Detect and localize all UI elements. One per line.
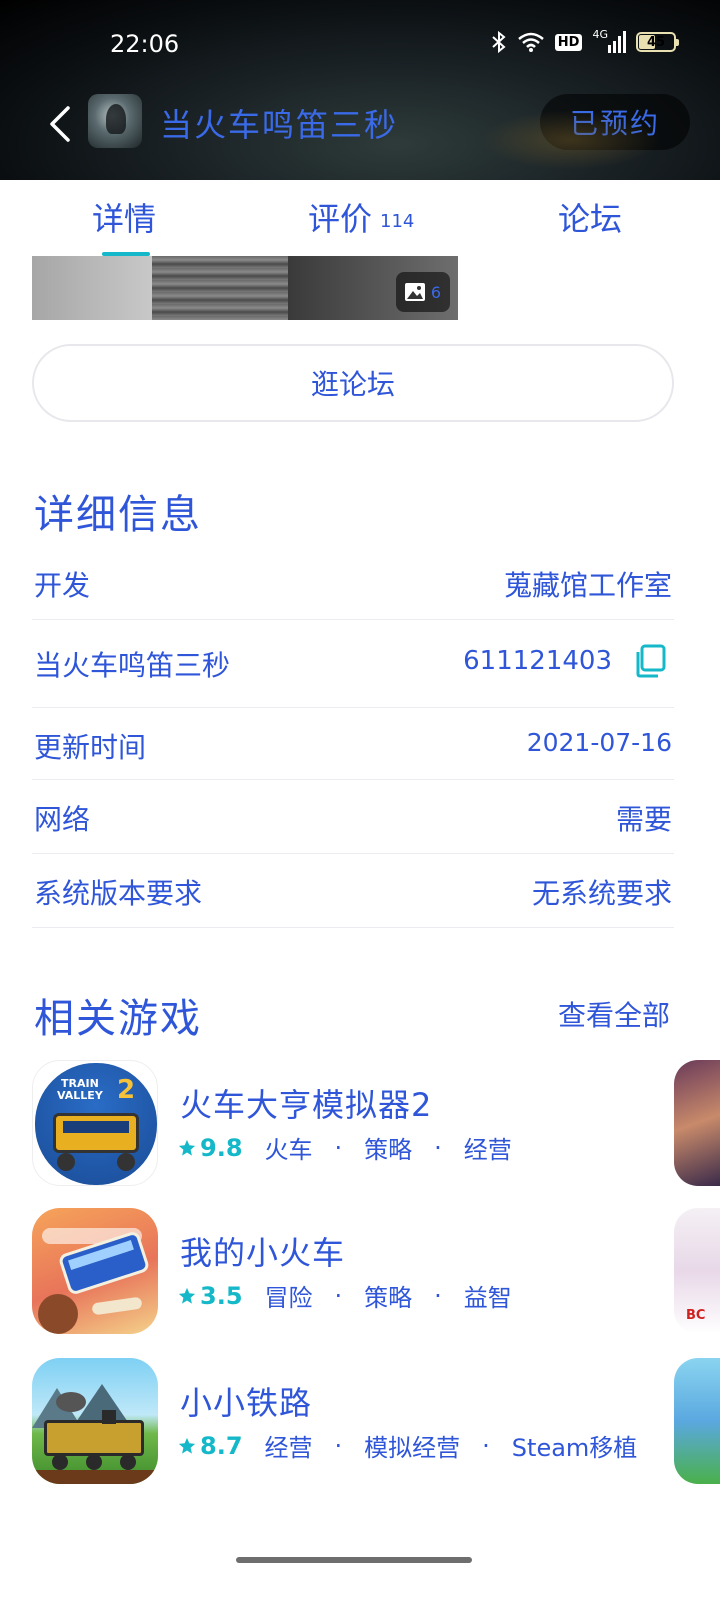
detail-key: 开发 xyxy=(34,569,91,602)
game-name: 火车大亨模拟器2 xyxy=(180,1086,433,1124)
icon-text: VALLEY xyxy=(57,1089,103,1102)
game-meta: 3.5 冒险 · 策略 · 益智 xyxy=(178,1278,516,1313)
wifi-icon xyxy=(517,31,545,53)
home-indicator[interactable] xyxy=(236,1557,472,1563)
game-name: 小小铁路 xyxy=(180,1384,313,1422)
reserved-button[interactable]: 已预约 xyxy=(540,94,690,150)
tag-separator: · xyxy=(334,1133,343,1162)
tag-separator: · xyxy=(434,1281,442,1310)
app-bar: 当火车鸣笛三秒 已预约 xyxy=(0,90,720,154)
detail-key: 网络 xyxy=(34,803,91,836)
game-icon-my-little-train xyxy=(32,1208,158,1334)
detail-row-network: 网络 需要 xyxy=(32,780,674,854)
image-count-badge[interactable]: 6 xyxy=(396,272,450,312)
detail-row-system-requirement: 系统版本要求 无系统要求 xyxy=(32,854,674,928)
detail-row-developer: 开发 蒐藏馆工作室 xyxy=(32,544,674,620)
tab-bar: 详情 评价 114 论坛 xyxy=(0,180,720,256)
game-tag: 经营 xyxy=(463,1136,512,1164)
image-count: 6 xyxy=(430,282,442,302)
tag-separator: · xyxy=(334,1281,343,1310)
tab-reviews[interactable]: 评价 114 xyxy=(308,194,414,240)
tab-reviews-label: 评价 xyxy=(308,200,373,238)
tag-separator: · xyxy=(334,1431,343,1460)
star-icon xyxy=(178,1287,196,1304)
detail-value: 蒐藏馆工作室 xyxy=(503,569,672,602)
game-tag: 策略 xyxy=(364,1284,413,1312)
chevron-left-icon xyxy=(50,106,70,142)
related-game-item[interactable]: 我的小火车 3.5 冒险 · 策略 · 益智 xyxy=(32,1208,672,1334)
game-tag: 经营 xyxy=(264,1434,313,1462)
game-meta: 9.8 火车 · 策略 · 经营 xyxy=(178,1130,516,1165)
game-rating: 8.7 xyxy=(178,1432,243,1460)
hd-badge: HD xyxy=(554,33,583,51)
detail-value: 611121403 xyxy=(463,646,612,676)
tab-forum[interactable]: 论坛 xyxy=(558,194,622,240)
partial-card-text: BC xyxy=(686,1308,706,1323)
icon-text: 2 xyxy=(117,1075,136,1105)
bluetooth-icon xyxy=(491,30,507,54)
details-section-title: 详细信息 xyxy=(34,492,202,538)
image-icon xyxy=(404,283,425,301)
detail-key: 更新时间 xyxy=(34,731,147,764)
tab-details-label: 详情 xyxy=(92,200,157,238)
network-type: 4G xyxy=(592,27,608,41)
game-rating-value: 8.7 xyxy=(200,1431,243,1460)
related-game-partial-card[interactable] xyxy=(674,1060,720,1186)
game-rating: 9.8 xyxy=(178,1134,243,1162)
game-tag: 策略 xyxy=(364,1136,413,1164)
related-section-title: 相关游戏 xyxy=(34,996,202,1042)
status-bar: 22:06 HD 4G 45 xyxy=(0,0,720,90)
detail-value: 无系统要求 xyxy=(531,877,672,910)
detail-value: 2021-07-16 xyxy=(526,728,672,757)
star-icon xyxy=(178,1437,196,1454)
detail-key: 系统版本要求 xyxy=(34,877,203,910)
game-tag: 冒险 xyxy=(264,1284,313,1312)
battery-level: 45 xyxy=(646,34,666,50)
browse-forum-button[interactable]: 逛论坛 xyxy=(32,344,674,422)
game-icon-train-valley: TRAIN VALLEY 2 xyxy=(32,1060,158,1186)
game-icon-tiny-rails xyxy=(32,1358,158,1484)
back-button[interactable] xyxy=(40,102,80,146)
page-title: 当火车鸣笛三秒 xyxy=(160,106,399,144)
detail-row-update-time: 更新时间 2021-07-16 xyxy=(32,708,674,780)
game-tag: Steam移植 xyxy=(511,1434,638,1462)
status-icons: HD 4G 45 xyxy=(491,27,679,54)
game-name: 我的小火车 xyxy=(180,1234,346,1272)
detail-value: 需要 xyxy=(615,803,672,836)
game-rating-value: 3.5 xyxy=(200,1281,243,1310)
star-icon xyxy=(178,1139,196,1156)
tag-separator: · xyxy=(482,1431,490,1460)
screenshot-image-left xyxy=(32,256,152,320)
see-all-link[interactable]: 查看全部 xyxy=(558,994,670,1034)
related-game-partial-card[interactable] xyxy=(674,1358,720,1484)
game-rating: 3.5 xyxy=(178,1282,243,1310)
battery-icon: 45 xyxy=(636,32,679,52)
game-tag: 火车 xyxy=(264,1136,313,1164)
tab-reviews-count: 114 xyxy=(380,210,415,232)
screenshot-strip[interactable]: 6 xyxy=(32,256,458,320)
tag-separator: · xyxy=(434,1133,442,1162)
tab-forum-label: 论坛 xyxy=(558,200,623,238)
detail-key: 当火车鸣笛三秒 xyxy=(34,649,231,682)
game-thumbnail xyxy=(88,94,142,148)
status-time: 22:06 xyxy=(110,30,180,58)
related-game-item[interactable]: TRAIN VALLEY 2 火车大亨模拟器2 9.8 火车 · 策略 · 经营 xyxy=(32,1060,672,1186)
tab-details[interactable]: 详情 xyxy=(92,194,156,240)
related-game-partial-card[interactable]: BC xyxy=(674,1208,720,1334)
related-game-item[interactable]: 小小铁路 8.7 经营 · 模拟经营 · Steam移植 xyxy=(32,1358,672,1484)
game-rating-value: 9.8 xyxy=(200,1133,243,1162)
game-tag: 模拟经营 xyxy=(364,1434,461,1462)
app-header: 22:06 HD 4G 45 当火车鸣笛三秒 已预约 xyxy=(0,0,720,180)
copy-icon[interactable] xyxy=(634,644,666,682)
signal-icon: 4G xyxy=(592,27,626,53)
game-meta: 8.7 经营 · 模拟经营 · Steam移植 xyxy=(178,1428,641,1463)
game-tag: 益智 xyxy=(463,1284,512,1312)
detail-row-game-id: 当火车鸣笛三秒 611121403 xyxy=(32,620,674,708)
